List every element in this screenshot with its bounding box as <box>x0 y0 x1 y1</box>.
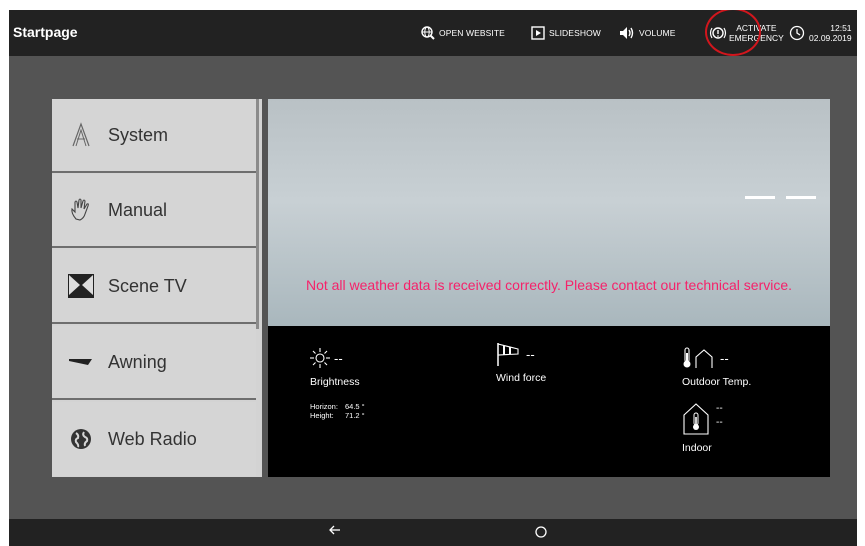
slideshow-icon <box>531 26 545 40</box>
hand-icon <box>66 195 96 225</box>
slideshow-button[interactable]: SLIDESHOW <box>531 10 601 56</box>
indoor-thermometer-icon <box>683 403 709 435</box>
menu-scrollbar[interactable] <box>256 99 259 329</box>
activate-emergency-button[interactable]: ACTIVATE EMERGENCY <box>709 10 784 56</box>
wind-block: -- Wind force <box>496 340 546 384</box>
indoor-label: Indoor <box>682 442 712 454</box>
brightness-value: -- <box>334 350 343 366</box>
menu-label-web-radio: Web Radio <box>108 428 197 449</box>
menu-item-system[interactable]: System <box>52 99 256 173</box>
menu-label-system: System <box>108 124 169 145</box>
slideshow-label: SLIDESHOW <box>549 28 601 38</box>
speaker-icon <box>620 27 634 39</box>
indoor-value-1: -- <box>716 403 723 414</box>
sun-icon <box>310 348 330 368</box>
emergency-icon <box>709 27 727 39</box>
back-button[interactable] <box>329 523 341 542</box>
brightness-label: Brightness <box>310 376 360 388</box>
weather-panel: Not all weather data is received correct… <box>268 99 830 477</box>
menu-item-scene-tv[interactable]: Scene TV <box>52 250 256 324</box>
outdoor-thermometer-icon <box>683 347 713 368</box>
menu-label-scene-tv: Scene TV <box>108 275 187 296</box>
tablet-screen: Startpage OPEN WEBSITE SLIDESHOW VOLUME … <box>9 10 857 546</box>
clock: 12:51 02.09.2019 <box>789 10 852 56</box>
outdoor-temp-block: -- Outdoor Temp. <box>682 344 751 388</box>
weather-sky-image: Not all weather data is received correct… <box>268 99 830 326</box>
home-circle-icon <box>535 526 547 538</box>
volume-label: VOLUME <box>639 28 676 38</box>
wind-value: -- <box>526 346 535 362</box>
dash-1 <box>745 196 775 199</box>
horizon-value: 64.5 ° <box>345 402 365 411</box>
open-website-label: OPEN WEBSITE <box>439 28 505 38</box>
scene-icon <box>66 271 96 301</box>
sun-position: Horizon: 64.5 ° Height: 71.2 ° <box>310 402 365 420</box>
home-button[interactable] <box>534 525 548 544</box>
time-text: 12:51 <box>830 23 852 33</box>
top-bar: Startpage OPEN WEBSITE SLIDESHOW VOLUME … <box>9 10 857 56</box>
menu-item-awning[interactable]: Awning <box>52 326 256 400</box>
weather-data: -- Brightness Horizon: 64.5 ° Height: 71.2… <box>268 326 830 477</box>
indoor-block: -- -- Indoor <box>682 402 723 454</box>
main-menu: System Manual Scene TV Awning Web Radio <box>52 99 262 477</box>
menu-label-manual: Manual <box>108 199 168 220</box>
page-title: Startpage <box>13 24 78 40</box>
outdoor-temp-label: Outdoor Temp. <box>682 376 752 388</box>
clock-icon <box>789 25 805 41</box>
dash-2 <box>786 196 816 199</box>
open-website-button[interactable]: OPEN WEBSITE <box>421 10 505 56</box>
outdoor-temp-value: -- <box>720 350 729 366</box>
globe-icon <box>66 424 96 454</box>
windsock-icon <box>497 343 519 366</box>
back-arrow-icon <box>329 525 340 535</box>
menu-label-awning: Awning <box>108 351 167 372</box>
globe-search-icon <box>421 26 435 40</box>
datetime: 12:51 02.09.2019 <box>809 23 852 43</box>
emergency-label: ACTIVATE EMERGENCY <box>729 23 784 43</box>
wind-label: Wind force <box>496 372 547 384</box>
system-nav-bar <box>9 519 857 546</box>
height-label: Height: <box>310 411 334 420</box>
system-icon <box>66 120 96 150</box>
date-text: 02.09.2019 <box>809 33 852 43</box>
menu-item-web-radio[interactable]: Web Radio <box>52 402 256 476</box>
horizon-label: Horizon: <box>310 402 338 411</box>
awning-icon <box>66 347 96 377</box>
weather-error-message: Not all weather data is received correct… <box>305 277 793 293</box>
volume-button[interactable]: VOLUME <box>619 10 676 56</box>
height-value: 71.2 ° <box>345 411 365 420</box>
menu-item-manual[interactable]: Manual <box>52 174 256 248</box>
indoor-value-2: -- <box>716 417 723 428</box>
brightness-block: -- Brightness Horizon: 64.5 ° Height: 71.2… <box>310 344 365 420</box>
